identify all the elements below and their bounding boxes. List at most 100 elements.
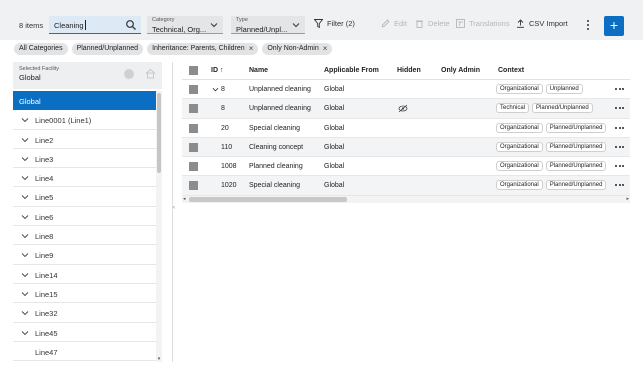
scrollbar-thumb[interactable] (189, 197, 347, 202)
chevron-down-icon[interactable] (21, 309, 29, 317)
tree-item[interactable]: Line6 (13, 207, 156, 227)
add-button[interactable]: + (604, 16, 624, 36)
chip-label: Only Non-Admin (267, 45, 319, 52)
chevron-down-icon[interactable] (21, 213, 29, 221)
chevron-down-icon[interactable] (21, 251, 29, 259)
row-menu-icon[interactable] (615, 107, 624, 110)
row-menu-icon[interactable] (615, 126, 624, 129)
table-horizontal-scrollbar[interactable]: ◂ ▸ (182, 196, 630, 203)
row-checkbox[interactable] (189, 142, 198, 152)
row-checkbox[interactable] (189, 181, 198, 191)
filter-button[interactable]: Filter (2) (314, 19, 355, 28)
tree-item[interactable]: Line2 (13, 130, 156, 149)
chevron-down-icon[interactable] (21, 174, 29, 182)
context-tags: Organizational Planned/Unplanned (496, 161, 607, 172)
cell-id: 1020 (221, 182, 237, 190)
row-checkbox[interactable] (189, 162, 198, 172)
tree-item[interactable]: Line14 (13, 265, 156, 284)
row-checkbox[interactable] (189, 104, 198, 114)
type-dropdown[interactable]: Type Planned/Unpl... (231, 16, 305, 34)
chevron-down-icon[interactable] (21, 193, 29, 201)
row-menu-icon[interactable] (615, 145, 624, 148)
more-options-icon[interactable] (582, 17, 594, 33)
tree-item[interactable]: Line47 (13, 342, 156, 362)
tree-item[interactable]: Line8 (13, 226, 156, 246)
scrollbar-thumb[interactable] (157, 93, 161, 173)
row-checkbox[interactable] (189, 123, 198, 133)
cell-applicable-from: Global (324, 163, 345, 171)
column-header-name[interactable]: Name (249, 67, 268, 74)
chevron-down-icon[interactable] (21, 116, 29, 124)
select-all-checkbox[interactable] (189, 66, 198, 75)
locate-icon[interactable] (124, 69, 134, 79)
translations-button[interactable]: Translations (456, 19, 510, 28)
row-menu-icon[interactable] (615, 184, 624, 187)
tree-item[interactable]: Line15 (13, 284, 156, 304)
chevron-down-icon[interactable] (21, 136, 29, 144)
filter-chips: All Categories Planned/Unplanned Inherit… (14, 43, 333, 55)
scroll-down-icon[interactable]: ▾ (156, 356, 162, 362)
search-input[interactable]: Cleaning (49, 16, 141, 34)
row-menu-icon[interactable] (615, 88, 624, 90)
chevron-down-icon[interactable] (21, 329, 29, 337)
row-menu-icon[interactable] (615, 165, 624, 168)
column-header-id[interactable]: ID ↑ (211, 67, 223, 74)
table-row[interactable]: 8 Unplanned cleaning Global Technical Planne… (182, 99, 630, 119)
column-header-only-admin[interactable]: Only Admin (441, 67, 480, 74)
table-row[interactable]: 1008 Planned cleaning Global Organizational… (182, 157, 630, 177)
chevron-down-icon[interactable] (21, 232, 29, 240)
table-row[interactable]: 20 Special cleaning Global Organizational Pl… (182, 119, 630, 138)
chevron-down-icon[interactable] (212, 86, 219, 93)
cell-name: Special cleaning (249, 182, 300, 190)
category-dropdown[interactable]: Category Technical, Org... (147, 16, 223, 34)
context-tags: Organizational Planned/Unplanned (496, 180, 607, 191)
tree-item-label: Line47 (35, 347, 58, 357)
column-header-applicable-from[interactable]: Applicable From (324, 67, 379, 74)
column-header-context[interactable]: Context (498, 67, 524, 74)
csv-import-button[interactable]: CSV Import (516, 19, 568, 28)
context-tags: Organizational Planned/Unplanned (496, 141, 607, 152)
scroll-left-icon[interactable]: ◂ (183, 196, 186, 202)
tree-item[interactable]: Line0001 (Line1) (13, 110, 156, 130)
tree-item-label: Line6 (35, 212, 54, 222)
tree-item[interactable]: Line3 (13, 149, 156, 169)
collapse-panel-icon[interactable]: ‹ (173, 205, 175, 211)
tree-item[interactable]: Line32 (13, 303, 156, 323)
tree-item-label: Line32 (35, 309, 58, 319)
tree-item[interactable]: Global (13, 91, 156, 111)
chip-planned-unplanned[interactable]: Planned/Unplanned (71, 43, 144, 55)
tree-item[interactable]: Line45 (13, 323, 156, 342)
tree-item[interactable]: Line5 (13, 187, 156, 207)
delete-button[interactable]: Delete (415, 19, 450, 28)
home-icon[interactable] (145, 68, 156, 79)
cell-id: 1008 (221, 163, 237, 171)
tree-item-label: Line3 (35, 154, 54, 164)
table-row[interactable]: 1020 Special cleaning Global Organizational… (182, 176, 630, 196)
scroll-right-icon[interactable]: ▸ (626, 196, 629, 202)
id-header-label: ID (211, 67, 218, 74)
panel-splitter[interactable] (172, 62, 173, 362)
search-icon[interactable] (125, 19, 137, 31)
close-icon[interactable]: × (323, 43, 328, 55)
edit-button[interactable]: Edit (381, 19, 407, 28)
tree-item-label: Line5 (35, 193, 54, 203)
tree-item[interactable]: Line4 (13, 168, 156, 188)
tree-item[interactable]: Line9 (13, 245, 156, 265)
close-icon[interactable]: × (249, 43, 254, 55)
chip-all-categories[interactable]: All Categories (14, 43, 68, 55)
chip-only-non-admin[interactable]: Only Non-Admin × (262, 43, 333, 55)
chevron-down-icon[interactable] (21, 290, 29, 298)
cell-name: Unplanned cleaning (249, 86, 311, 93)
cell-name: Planned cleaning (249, 163, 303, 171)
translations-label: Translations (469, 19, 510, 28)
table-row[interactable]: 110 Cleaning concept Global Organizational P… (182, 137, 630, 158)
tree-scrollbar[interactable]: ▾ (156, 91, 162, 362)
table-row[interactable]: 8 Unplanned cleaning Global Organizational U… (182, 80, 630, 100)
row-checkbox[interactable] (189, 85, 198, 94)
cell-applicable-from: Global (324, 182, 345, 190)
column-header-hidden[interactable]: Hidden (397, 67, 421, 74)
chevron-down-icon[interactable] (21, 271, 29, 279)
table-body: 8 Unplanned cleaning Global Organizational U… (182, 80, 630, 196)
chevron-down-icon[interactable] (21, 155, 29, 163)
chip-inheritance[interactable]: Inheritance: Parents, Children × (147, 43, 259, 55)
